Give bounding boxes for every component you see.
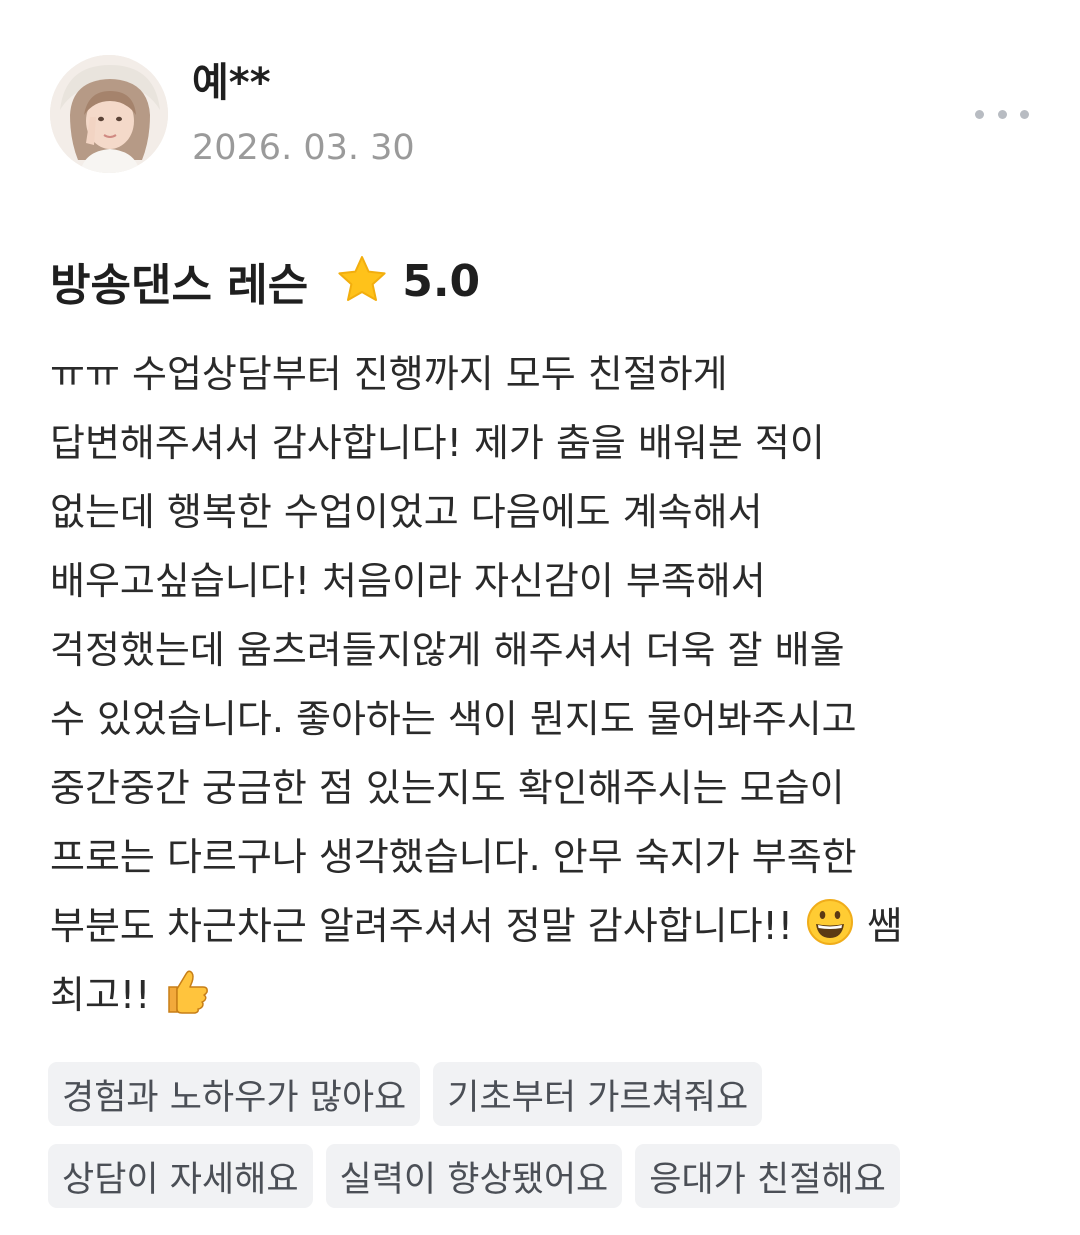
review-body-line: 부분도 차근차근 알려주셔서 정말 감사합니다!! xyxy=(50,904,806,948)
tag-chip[interactable]: 상담이 자세해요 xyxy=(48,1144,313,1208)
thumbs-up-emoji-icon xyxy=(168,970,209,1014)
review-body-line: 중간중간 궁금한 점 있는지도 확인해주시는 모습이 xyxy=(50,766,845,810)
tag-chip[interactable]: 실력이 향상됐어요 xyxy=(325,1144,623,1208)
review-body-line: 걱정했는데 움츠려들지않게 해주셔서 더욱 잘 배울 xyxy=(50,628,845,672)
review-body-line: 프로는 다르구나 생각했습니다. 안무 숙지가 부족한 xyxy=(50,835,857,879)
tag-chip[interactable]: 경험과 노하우가 많아요 xyxy=(48,1062,421,1126)
tag-chip[interactable]: 응대가 친절해요 xyxy=(635,1144,900,1208)
review-body-line: 없는데 행복한 수업이었고 다음에도 계속해서 xyxy=(50,490,763,534)
more-horizontal-icon-dot xyxy=(997,109,1007,119)
author-name: 예** xyxy=(192,60,271,106)
lesson-rating-row: 방송댄스 레슨 5.0 xyxy=(50,250,480,312)
grinning-face-emoji-icon xyxy=(807,899,854,945)
tag-list: 경험과 노하우가 많아요 기초부터 가르쳐줘요 상담이 자세해요 실력이 향상됐… xyxy=(48,1062,1038,1208)
star-icon xyxy=(338,256,386,301)
rating-score: 5.0 xyxy=(402,255,481,307)
more-horizontal-icon-dot xyxy=(1020,109,1029,119)
lesson-title: 방송댄스 레슨 xyxy=(50,260,309,311)
avatar[interactable] xyxy=(50,55,168,173)
review-body-line: ㅠㅠ 수업상담부터 진행까지 모두 친절하게 xyxy=(50,352,728,396)
review-body-line: 쌤 xyxy=(855,904,903,948)
review-body-line: 최고!! xyxy=(50,973,163,1017)
review-body: ㅠㅠ 수업상담부터 진행까지 모두 친절하게 답변해주셔서 감사합니다! 제가 … xyxy=(50,340,1040,1030)
tag-chip[interactable]: 기초부터 가르쳐줘요 xyxy=(433,1062,763,1126)
more-horizontal-icon xyxy=(975,109,984,119)
review-date: 2026. 03. 30 xyxy=(192,128,415,168)
more-options-button[interactable] xyxy=(975,102,1029,126)
review-body-line: 답변해주셔서 감사합니다! 제가 춤을 배워본 적이 xyxy=(50,421,825,465)
review-body-line: 배우고싶습니다! 처음이라 자신감이 부족해서 xyxy=(50,559,766,603)
review-body-line: 수 있었습니다. 좋아하는 색이 뭔지도 물어봐주시고 xyxy=(50,697,857,741)
avatar-photo xyxy=(50,55,168,173)
